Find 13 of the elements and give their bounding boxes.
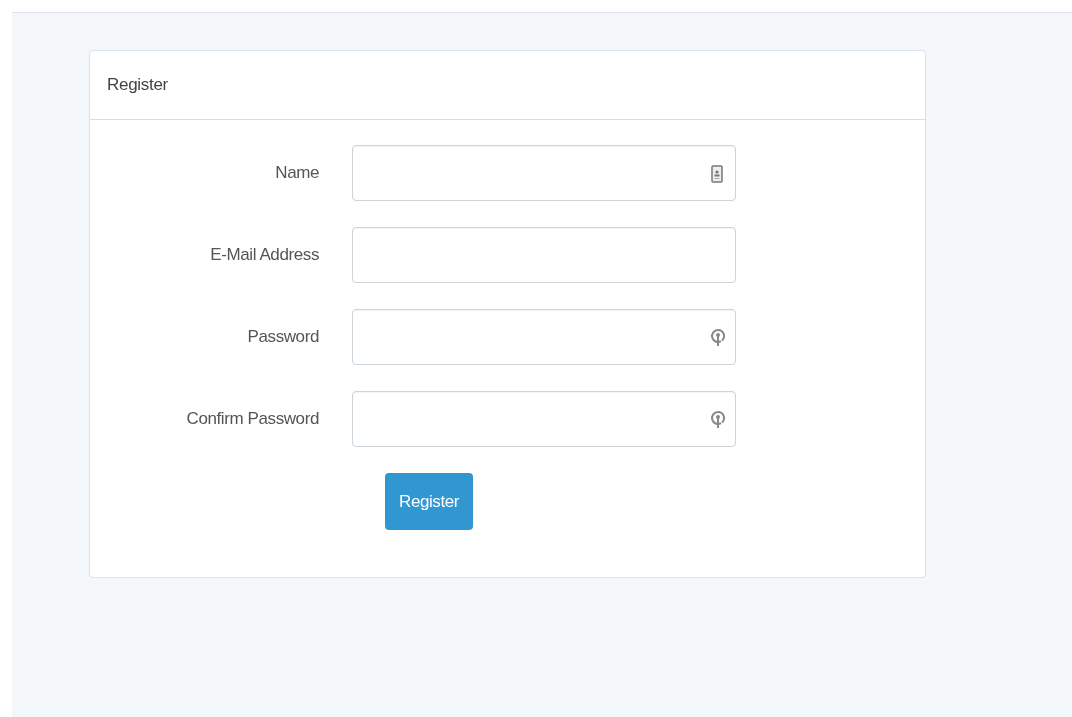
input-field[interactable] xyxy=(352,309,736,365)
input-field[interactable] xyxy=(352,227,736,283)
input-field[interactable] xyxy=(352,145,736,201)
field-label: Password xyxy=(247,326,319,349)
field-label: Confirm Password xyxy=(186,408,319,431)
register-button[interactable]: Register xyxy=(385,473,474,530)
password-manager-icon[interactable] xyxy=(710,328,726,348)
card-title: Register xyxy=(107,74,168,97)
password-manager-icon[interactable] xyxy=(710,410,726,430)
input-field[interactable] xyxy=(352,391,736,447)
contact-card-icon[interactable] xyxy=(711,165,723,183)
field-label: Name xyxy=(275,162,319,185)
field-label: E-Mail Address xyxy=(210,244,319,267)
